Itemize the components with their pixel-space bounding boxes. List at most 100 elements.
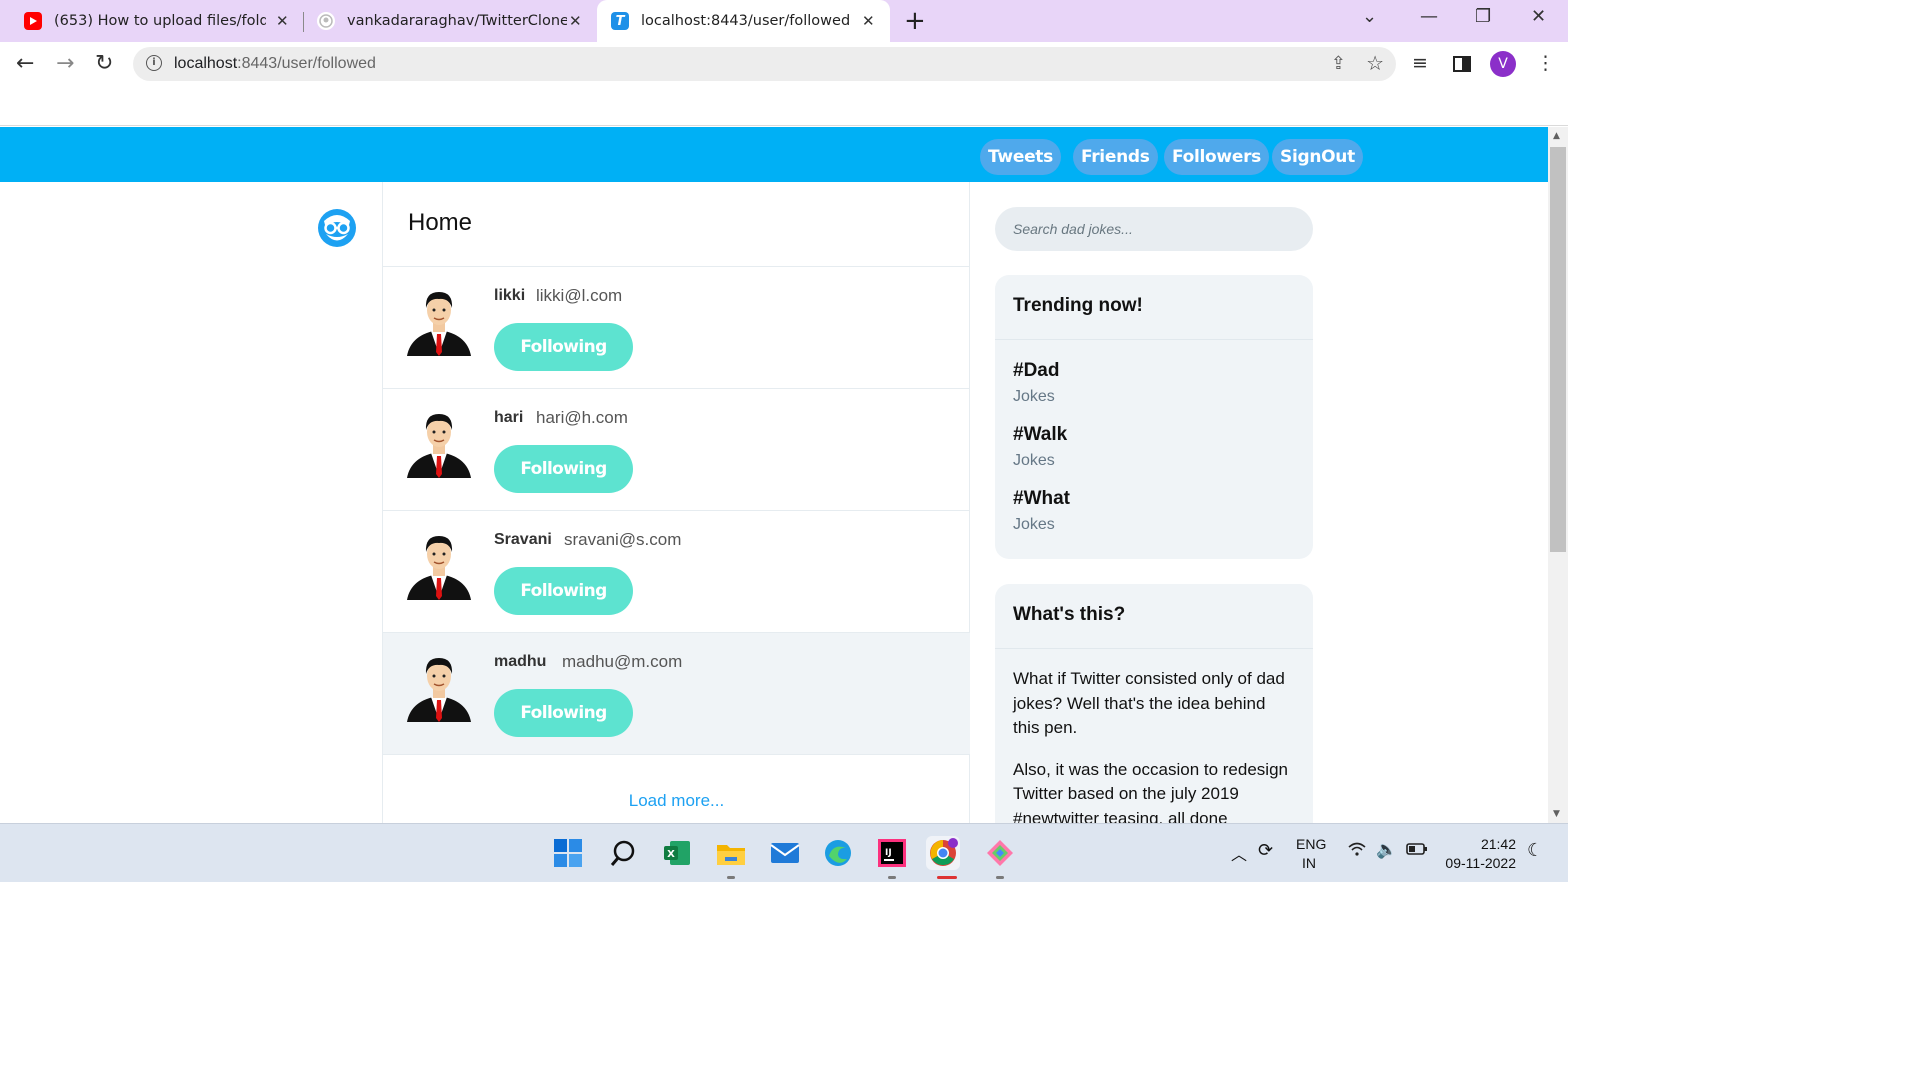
notifications-icon[interactable]: ☾: [1527, 840, 1543, 861]
close-tab-icon[interactable]: ✕: [862, 12, 875, 30]
tab-youtube[interactable]: (653) How to upload files/folders ✕: [24, 0, 294, 42]
show-hidden-icons[interactable]: ︿: [1231, 841, 1247, 865]
user-avatar: [405, 286, 473, 356]
trend-sub: Jokes: [1013, 388, 1055, 405]
excel-icon[interactable]: X: [660, 836, 694, 870]
intellij-icon[interactable]: IJ: [875, 836, 909, 870]
user-row[interactable]: likki likki@l.com Following: [383, 267, 970, 389]
user-avatar: [405, 530, 473, 600]
restore-icon[interactable]: ❐: [1475, 6, 1491, 27]
profile-avatar[interactable]: V: [1490, 51, 1516, 77]
running-indicator: [996, 876, 1004, 879]
trending-title: Trending now!: [995, 275, 1313, 340]
app-sparkle-icon[interactable]: [983, 836, 1017, 870]
nav-tweets[interactable]: Tweets: [980, 139, 1061, 175]
following-button[interactable]: Following: [494, 323, 633, 371]
new-tab-icon[interactable]: +: [904, 6, 926, 36]
svg-text:IJ: IJ: [885, 848, 892, 858]
address-bar[interactable]: i localhost:8443/user/followed ⇪ ☆: [133, 47, 1396, 81]
clock[interactable]: 21:42 09-11-2022: [1444, 836, 1516, 871]
active-indicator: [937, 876, 957, 879]
tab-search-chevron-icon[interactable]: ⌄: [1362, 6, 1377, 27]
following-button[interactable]: Following: [494, 689, 633, 737]
following-button[interactable]: Following: [494, 445, 633, 493]
user-row[interactable]: Sravani sravani@s.com Following: [383, 511, 970, 633]
windows-start-icon[interactable]: [551, 836, 585, 870]
user-row[interactable]: hari hari@h.com Following: [383, 389, 970, 511]
nav-signout[interactable]: SignOut: [1272, 139, 1363, 175]
wifi-icon[interactable]: [1348, 842, 1366, 861]
feed-column: Home likki likki@l.com Following hari ha…: [382, 182, 970, 823]
nav-friends[interactable]: Friends: [1073, 139, 1158, 175]
following-button[interactable]: Following: [494, 567, 633, 615]
side-panel-icon[interactable]: [1453, 55, 1471, 77]
scroll-up-icon[interactable]: ▲: [1553, 131, 1560, 141]
clock-date: 09-11-2022: [1445, 855, 1516, 871]
language-indicator[interactable]: ENG IN: [1296, 836, 1326, 871]
about-title: What's this?: [995, 584, 1313, 649]
youtube-icon: [24, 12, 42, 30]
file-explorer-icon[interactable]: [714, 836, 748, 870]
tab-title: (653) How to upload files/folders: [54, 13, 266, 29]
scrollbar-thumb[interactable]: [1550, 147, 1566, 552]
minimize-icon[interactable]: —: [1420, 6, 1438, 27]
user-avatar: [405, 408, 473, 478]
volume-icon[interactable]: 🔈: [1376, 840, 1397, 860]
windows-taskbar: X IJ ︿ ⟳ ENG IN 🔈 21:42 09-11-2022 ☾: [0, 823, 1568, 882]
share-icon[interactable]: ⇪: [1331, 53, 1346, 74]
close-tab-icon[interactable]: ✕: [276, 12, 289, 30]
tab-localhost[interactable]: T localhost:8443/user/followed ✕: [597, 0, 890, 42]
github-icon: [317, 12, 335, 30]
dad-logo-icon[interactable]: [316, 207, 358, 249]
trend-item[interactable]: #Dad Jokes: [995, 360, 1313, 406]
web-page: Tweets Friends Followers SignOut Home li…: [0, 127, 1548, 823]
page-scrollbar[interactable]: ▲ ▼: [1548, 127, 1568, 823]
tab-title: localhost:8443/user/followed: [641, 13, 851, 29]
reload-icon[interactable]: ↻: [95, 51, 113, 76]
user-avatar: [405, 652, 473, 722]
battery-icon[interactable]: [1406, 842, 1428, 859]
load-more-link[interactable]: Load more...: [383, 791, 970, 811]
nav-followers[interactable]: Followers: [1164, 139, 1269, 175]
media-control-icon[interactable]: ≡: [1412, 52, 1428, 74]
chrome-menu-icon[interactable]: ⋮: [1536, 52, 1555, 74]
page-title: Home: [408, 209, 473, 236]
tab-separator: [303, 12, 304, 32]
trending-card: Trending now! #Dad Jokes #Walk Jokes #Wh…: [995, 275, 1313, 559]
feed-header: Home: [383, 182, 970, 267]
close-window-icon[interactable]: ✕: [1531, 6, 1546, 27]
trend-item[interactable]: #Walk Jokes: [995, 424, 1313, 470]
top-nav-bar: Tweets Friends Followers SignOut: [0, 127, 1548, 182]
edge-icon[interactable]: [821, 836, 855, 870]
trend-tag: #What: [1013, 488, 1070, 509]
forward-icon[interactable]: →: [56, 51, 74, 76]
user-email: likki@l.com: [536, 286, 623, 305]
about-text: What if Twitter consisted only of dad jo…: [1013, 669, 1285, 737]
site-info-icon[interactable]: i: [146, 55, 162, 71]
mail-icon[interactable]: [768, 836, 802, 870]
lang-bottom: IN: [1302, 855, 1316, 871]
back-icon[interactable]: ←: [16, 51, 34, 76]
trend-tag: #Dad: [1013, 360, 1060, 381]
svg-text:X: X: [667, 849, 675, 860]
trend-item[interactable]: #What Jokes: [995, 488, 1313, 534]
running-indicator: [727, 876, 735, 879]
search-input[interactable]: [995, 207, 1313, 251]
tab-title: vankadararaghav/TwitterClone: [347, 13, 567, 29]
user-name: likki: [494, 287, 526, 304]
clock-time: 21:42: [1480, 836, 1516, 852]
trend-tag: #Walk: [1013, 424, 1068, 445]
bookmark-star-icon[interactable]: ☆: [1366, 51, 1384, 75]
scroll-down-icon[interactable]: ▼: [1553, 809, 1560, 819]
chrome-icon[interactable]: [926, 836, 960, 870]
user-email: madhu@m.com: [562, 652, 683, 671]
about-card: What's this? What if Twitter consisted o…: [995, 584, 1313, 823]
sync-icon[interactable]: ⟳: [1258, 840, 1273, 861]
search-icon[interactable]: [606, 836, 640, 870]
user-email: hari@h.com: [536, 408, 628, 427]
site-t-icon: T: [611, 12, 629, 30]
close-tab-icon[interactable]: ✕: [569, 12, 582, 30]
url-text: localhost:8443/user/followed: [174, 55, 376, 72]
user-row[interactable]: madhu madhu@m.com Following: [383, 633, 970, 755]
tab-github[interactable]: vankadararaghav/TwitterClone ✕: [317, 0, 587, 42]
